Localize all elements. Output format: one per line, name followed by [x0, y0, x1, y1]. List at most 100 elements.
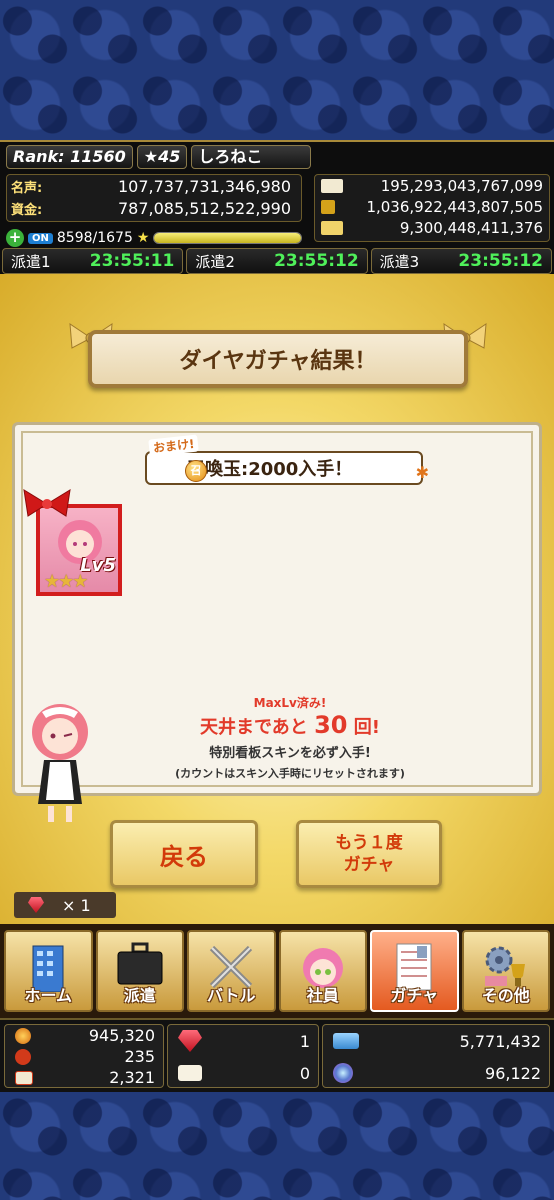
maid-mascot	[32, 704, 88, 822]
bottom-background	[0, 1092, 554, 1200]
gem-counter: × 1	[14, 892, 116, 918]
nav-employees-label: 社員	[306, 986, 339, 1005]
coin-icon	[15, 1027, 31, 1044]
coin-row-3: 2,321	[5, 1067, 163, 1088]
back-button-label: 戻る	[160, 842, 208, 871]
orb-row: 96,122	[323, 1057, 549, 1089]
nav-dispatch[interactable]: 派遣	[95, 930, 184, 1012]
dispatch-slot-3[interactable]: 派遣3 23:55:12	[370, 248, 552, 274]
status-header: Rank: 11560 ★45 しろねこ 名声: 107,737,731,346…	[0, 140, 554, 250]
sparkle-icon: ✱	[415, 463, 429, 482]
coin-row-2: 235	[5, 1046, 163, 1067]
rank-row: Rank: 11560 ★45 しろねこ	[6, 145, 312, 169]
stamina-row: + ON 8598/1675 ★	[6, 228, 302, 248]
skin-guarantee-text: 特別看板スキンを必ず入手!	[209, 746, 371, 761]
voucher-icon	[15, 1070, 33, 1085]
nav-other[interactable]: その他	[461, 930, 550, 1012]
ticket-count-row: 0	[168, 1057, 318, 1089]
gem-count: × 1	[62, 895, 91, 915]
resource-3-value: 9,300,448,411,376	[399, 218, 543, 237]
fame-funds-box: 名声: 107,737,731,346,980 資金: 787,085,512,…	[6, 174, 302, 222]
stamina-bar	[153, 232, 302, 244]
resource-1-value: 195,293,043,767,099	[380, 176, 543, 195]
certificate-icon	[321, 178, 343, 193]
bonus-text: 召喚玉:2000入手！	[187, 459, 353, 480]
nav-home[interactable]: ホーム	[4, 930, 93, 1012]
gem-icon	[28, 897, 44, 913]
player-name: しろねこ	[191, 145, 312, 169]
dispatch-slot-1[interactable]: 派遣1 23:55:11	[2, 248, 184, 274]
dispatch-1-label: 派遣1	[11, 252, 51, 271]
resources-box: 195,293,043,767,099 1,036,922,443,807,50…	[314, 174, 550, 242]
funds-row: 資金: 787,085,512,522,990	[7, 197, 301, 219]
summon-orb-icon: 召	[185, 460, 207, 482]
nav-battle[interactable]: バトル	[187, 930, 276, 1012]
resource-row-1: 195,293,043,767,099	[315, 175, 549, 196]
fame-label: 名声:	[11, 180, 43, 196]
briefcase-icon	[117, 942, 163, 985]
ticket-orb-box: 5,771,432 96,122	[322, 1024, 550, 1088]
resource-row-3: 9,300,448,411,376	[315, 217, 549, 238]
again-line-1: もう１度	[335, 833, 403, 853]
coin-2-value: 235	[124, 1047, 155, 1066]
blue-ticket-icon	[333, 1033, 359, 1049]
nav-employees[interactable]: 社員	[278, 930, 367, 1012]
rank-label: Rank: 11560	[6, 145, 133, 169]
funds-value: 787,085,512,522,990	[117, 198, 291, 218]
gem-icon	[178, 1030, 202, 1052]
ceiling-line: 天井まであと 30 回!	[130, 711, 450, 739]
gem-count-row: 1	[168, 1025, 318, 1057]
result-title: ダイヤガチャ結果！	[179, 349, 377, 374]
footer-ticket2: 5,771,432	[459, 1031, 541, 1051]
footer-orb: 96,122	[485, 1063, 541, 1083]
nav-home-label: ホーム	[24, 986, 73, 1005]
on-badge[interactable]: ON	[28, 232, 53, 244]
dispatch-2-label: 派遣2	[195, 252, 235, 271]
nav-battle-label: バトル	[207, 986, 256, 1005]
dispatch-2-timer: 23:55:12	[274, 251, 359, 271]
dispatch-3-label: 派遣3	[379, 252, 420, 271]
dispatch-3-timer: 23:55:12	[458, 251, 543, 271]
gacha-again-button[interactable]: もう１度 ガチャ	[296, 820, 442, 888]
again-line-2: ガチャ	[343, 855, 395, 875]
medal-icon	[15, 1048, 31, 1065]
reset-note: (カウントはスキン入手時にリセットされます)	[175, 767, 405, 780]
stamina-bar-fill	[154, 233, 301, 243]
gem-ticket-box: 1 0	[167, 1024, 319, 1088]
ceiling-notice: MaxLv済み! 天井まであと 30 回! 特別看板スキンを必ず入手! (カウン…	[130, 694, 450, 781]
ticket-icon	[321, 220, 343, 235]
card-stars: ★★★	[44, 571, 88, 592]
footer-gem-count: 1	[299, 1031, 310, 1051]
orb-icon	[333, 1063, 353, 1083]
fame-row: 名声: 107,737,731,346,980	[7, 175, 301, 197]
ceiling-pre: 天井まであと	[199, 717, 308, 738]
ticket2-row: 5,771,432	[323, 1025, 549, 1057]
dispatch-1-timer: 23:55:11	[89, 251, 175, 271]
ceiling-count: 30	[314, 711, 348, 739]
star-icon: ★	[136, 230, 150, 246]
footer-ticket-count: 0	[299, 1063, 310, 1083]
resource-row-2: 1,036,922,443,807,505	[315, 196, 549, 217]
stamina-value: 8598/1675	[56, 230, 133, 246]
dispatch-slot-2[interactable]: 派遣2 23:55:12	[186, 248, 368, 274]
nav-gacha-label: ガチャ	[390, 986, 439, 1005]
ticket-icon	[178, 1065, 202, 1081]
bottle-icon	[321, 199, 335, 214]
back-button[interactable]: 戻る	[110, 820, 258, 888]
resource-2-value: 1,036,922,443,807,505	[366, 197, 543, 216]
nav-other-label: その他	[481, 986, 530, 1005]
maxlv-label: MaxLv済み!	[253, 696, 327, 710]
red-ribbon-icon	[23, 489, 71, 517]
add-stamina-button[interactable]: +	[6, 229, 24, 247]
coin-row-1: 945,320	[5, 1025, 163, 1046]
funds-label: 資金:	[11, 202, 43, 218]
coin-1-value: 945,320	[88, 1026, 155, 1045]
top-background	[0, 0, 554, 140]
currency-footer: 945,320 235 2,321 1 0 5,771,432 96,122	[0, 1018, 554, 1092]
result-title-banner: ダイヤガチャ結果！	[88, 330, 468, 388]
coin-box: 945,320 235 2,321	[4, 1024, 164, 1088]
nav-dispatch-label: 派遣	[123, 986, 156, 1005]
ceiling-post: 回!	[353, 717, 380, 738]
nav-gacha[interactable]: ガチャ	[370, 930, 459, 1012]
star-level: ★45	[136, 145, 188, 169]
